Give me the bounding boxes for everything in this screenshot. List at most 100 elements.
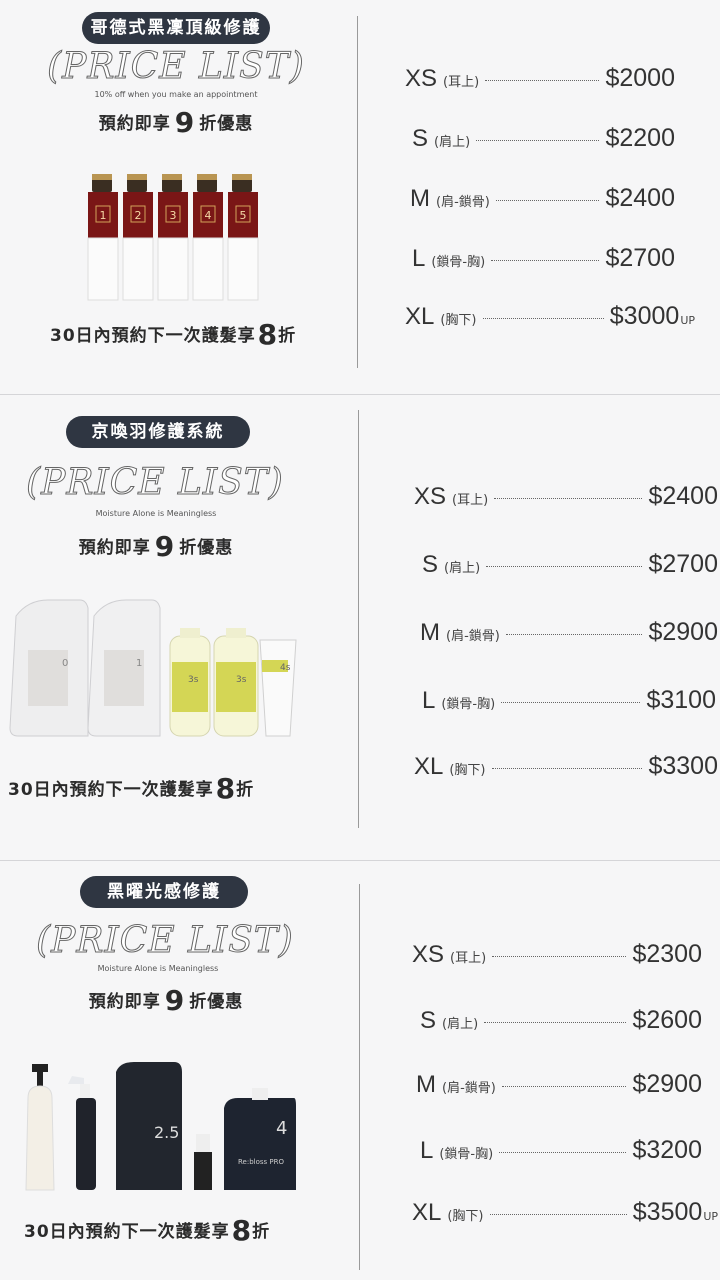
price-size: L	[422, 687, 436, 714]
price-row: XL (胸下) $3300	[414, 752, 718, 781]
dot-leader	[494, 498, 643, 499]
next-visit-number: 8	[257, 318, 279, 351]
section-title-badge: 哥德式黑凜頂級修護	[82, 12, 270, 44]
dot-leader	[501, 702, 641, 703]
product-number: 2.5	[154, 1123, 179, 1142]
price-price: $2700	[605, 244, 675, 272]
price-price: $3300	[648, 752, 718, 780]
price-size: XL	[405, 303, 435, 330]
price-price: $3100	[646, 686, 716, 714]
section-gothic: 哥德式黑凜頂級修護 (PRICE LIST) 10% off when you …	[0, 0, 720, 392]
discount-text: 預約即享	[98, 114, 171, 134]
product-number: 4s	[280, 663, 291, 673]
price-size: M	[416, 1071, 436, 1098]
dot-leader	[476, 140, 600, 141]
price-range: (鎖骨-胸)	[441, 697, 496, 712]
price-row: L (鎖骨-胸) $2700	[412, 244, 675, 273]
dot-leader	[505, 634, 643, 635]
price-up: UP	[703, 1210, 718, 1223]
price-range: (肩上)	[442, 1017, 479, 1032]
dot-leader	[495, 200, 600, 201]
dot-leader	[489, 1214, 627, 1215]
dot-leader	[491, 768, 643, 769]
dot-leader	[486, 566, 643, 567]
price-size: S	[420, 1007, 437, 1034]
price-row: XL (胸下) $3500 UP	[412, 1198, 718, 1227]
price-price: $2300	[632, 940, 702, 968]
dot-leader	[484, 1022, 627, 1023]
price-price: $2000	[605, 64, 675, 92]
discount-subtitle: Moisture Alone is Meaningless	[97, 964, 219, 973]
price-row: XS (耳上) $2400	[414, 482, 718, 511]
price-price: $3000	[609, 302, 680, 330]
price-range: (耳上)	[450, 951, 487, 966]
price-range: (胸下)	[447, 1209, 484, 1224]
section-title-badge: 黑曜光感修護	[80, 876, 248, 908]
next-visit-text: 30日內預約下一次護髮享	[50, 326, 256, 346]
price-range: (肩上)	[434, 135, 471, 150]
column-divider	[359, 884, 360, 1270]
price-price: $2400	[648, 482, 718, 510]
price-range: (肩-鎖骨)	[446, 629, 500, 644]
column-divider	[358, 410, 359, 828]
product-number: 1	[136, 658, 142, 669]
discount-subtitle: 10% off when you make an appointment	[94, 90, 258, 99]
dot-leader	[492, 956, 627, 957]
bottle-number: 1	[100, 209, 107, 222]
bottle-number: 2	[135, 209, 142, 222]
product-bottle-image: 2.5 4 Re:bloss PRO	[25, 1062, 296, 1191]
product-number: 3s	[236, 675, 247, 685]
bottle-number: 4	[205, 209, 212, 222]
price-range: (肩-鎖骨)	[436, 195, 490, 210]
price-row: S (肩上) $2600	[420, 1006, 702, 1035]
dot-leader	[485, 80, 600, 81]
product-number: 4	[276, 1118, 287, 1139]
section-kyo: 京喚羽修護系統 (PRICE LIST) Moisture Alone is M…	[0, 396, 720, 858]
price-size: S	[422, 551, 439, 578]
dot-leader	[499, 1152, 627, 1153]
price-size: XS	[405, 65, 438, 92]
price-size: M	[420, 619, 440, 646]
price-range: (胸下)	[440, 313, 477, 328]
brand-label: Re:bloss PRO	[238, 1158, 284, 1166]
price-size: XS	[414, 483, 447, 510]
price-row: L (鎖骨-胸) $3100	[422, 686, 716, 715]
price-range: (肩上)	[444, 561, 481, 576]
price-price: $2700	[648, 550, 718, 578]
dot-leader	[501, 1086, 627, 1087]
price-row: XS (耳上) $2000	[405, 64, 675, 93]
price-range: (肩-鎖骨)	[442, 1081, 496, 1096]
price-list-heading: (PRICE LIST)	[36, 920, 294, 962]
price-size: S	[412, 125, 429, 152]
section-title-badge: 京喚羽修護系統	[66, 416, 250, 448]
bottle-number: 3	[170, 209, 177, 222]
price-range: (鎖骨-胸)	[439, 1147, 494, 1162]
discount-text-end: 折優惠	[199, 114, 254, 134]
product-bottle-image: 0 1 3s 3s 4s	[9, 599, 297, 737]
price-row: M (肩-鎖骨) $2400	[410, 184, 675, 213]
price-row: S (肩上) $2200	[412, 124, 675, 153]
appointment-discount: 預約即享 9 折優惠	[88, 984, 244, 1017]
price-price: $2400	[605, 184, 675, 212]
price-range: (鎖骨-胸)	[431, 255, 486, 270]
price-range: (胸下)	[449, 763, 486, 778]
price-price: $2200	[605, 124, 675, 152]
column-divider	[357, 16, 358, 368]
dot-leader	[482, 318, 604, 319]
bottle-number: 5	[240, 209, 247, 222]
price-size: L	[420, 1137, 434, 1164]
price-range: (耳上)	[452, 493, 489, 508]
price-row: M (肩-鎖骨) $2900	[416, 1070, 702, 1099]
appointment-discount: 預約即享 9 折優惠	[78, 530, 234, 563]
price-list-heading: (PRICE LIST)	[26, 462, 284, 504]
product-number: 3s	[188, 675, 199, 685]
price-range: (耳上)	[443, 75, 480, 90]
section-separator	[0, 860, 720, 861]
price-size: L	[412, 245, 426, 272]
product-bottle-image: 1 2 3 4 5	[87, 173, 259, 301]
price-up: UP	[680, 314, 695, 327]
discount-number: 9	[174, 106, 196, 139]
price-size: M	[410, 185, 430, 212]
price-price: $3200	[632, 1136, 702, 1164]
price-row: XL (胸下) $3000 UP	[405, 302, 695, 331]
